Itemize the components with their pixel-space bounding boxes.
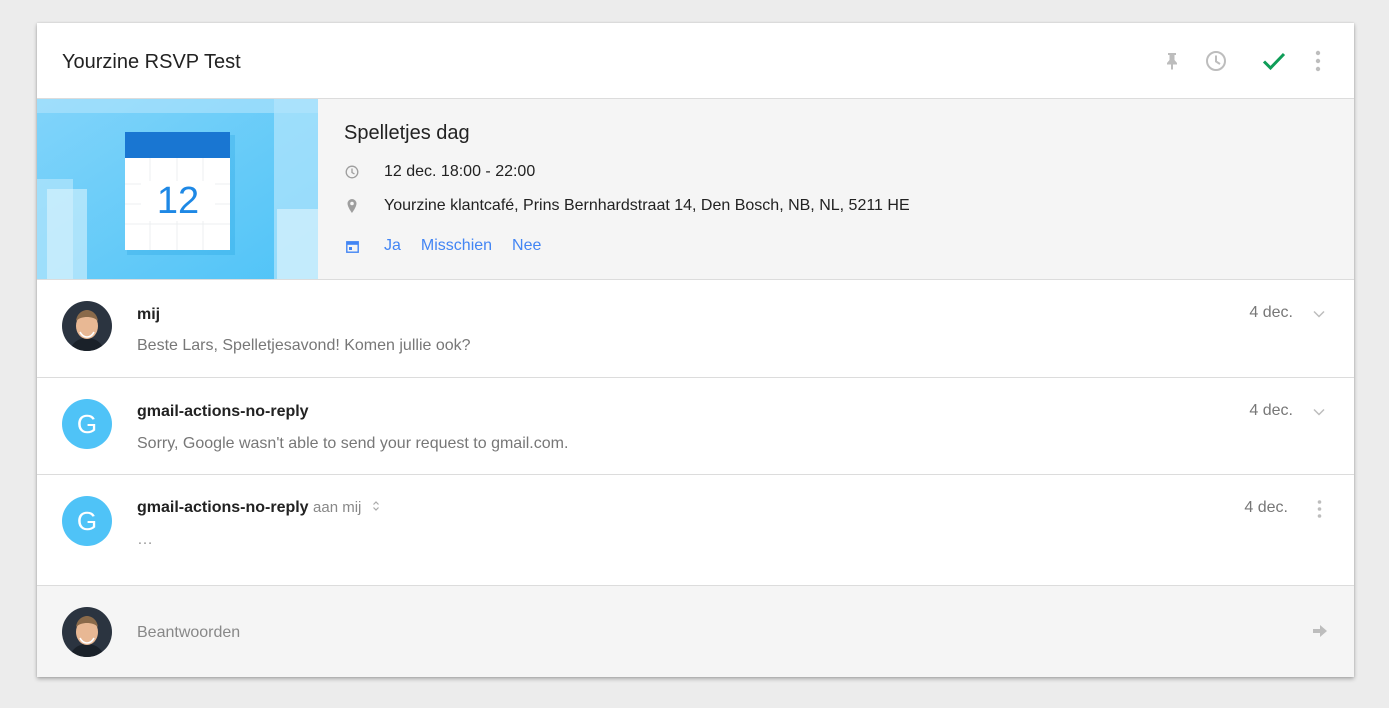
message-item[interactable]: G gmail-actions-no-reply Sorry, Google w… bbox=[37, 378, 1354, 475]
clock-icon bbox=[344, 164, 360, 180]
calendar-illustration: 12 bbox=[37, 99, 318, 279]
reply-bar[interactable]: Beantwoorden bbox=[37, 586, 1354, 677]
send-arrow-icon[interactable] bbox=[1312, 624, 1328, 638]
thread-title: Yourzine RSVP Test bbox=[62, 51, 241, 73]
event-card: 12 Spelletjes dag 12 dec. 18:00 - 22:00 … bbox=[37, 99, 1354, 280]
avatar bbox=[62, 301, 112, 351]
event-time: 12 dec. 18:00 - 22:00 bbox=[384, 163, 536, 180]
reply-input[interactable]: Beantwoorden bbox=[137, 624, 240, 642]
event-location: Yourzine klantcafé, Prins Bernhardstraat… bbox=[384, 197, 910, 214]
message-snippet: Sorry, Google wasn't able to send your r… bbox=[137, 435, 569, 452]
sender-name: mij bbox=[137, 306, 161, 323]
message-date: 4 dec. bbox=[1249, 402, 1293, 419]
recipient-details-icon[interactable] bbox=[372, 499, 380, 517]
more-vert-icon[interactable] bbox=[1312, 499, 1326, 519]
event-location-row: Yourzine klantcafé, Prins Bernhardstraat… bbox=[344, 197, 910, 215]
thread-card: Yourzine RSVP Test 12 Spelletjes dag 12 … bbox=[37, 23, 1354, 677]
recipient-label: aan mij bbox=[313, 499, 362, 517]
avatar: G bbox=[62, 496, 112, 546]
message-item[interactable]: mij Beste Lars, Spelletjesavond! Komen j… bbox=[37, 280, 1354, 378]
chevron-down-icon[interactable] bbox=[1312, 307, 1326, 321]
avatar: G bbox=[62, 399, 112, 449]
thread-header: Yourzine RSVP Test bbox=[37, 23, 1354, 99]
sender-line: gmail-actions-no-reply aan mij bbox=[137, 499, 380, 517]
calendar-icon bbox=[344, 238, 360, 254]
avatar bbox=[62, 607, 112, 657]
check-icon[interactable] bbox=[1262, 49, 1286, 73]
event-time-row: 12 dec. 18:00 - 22:00 bbox=[344, 163, 535, 181]
message-body-ellipsis[interactable]: … bbox=[137, 531, 153, 549]
rsvp-row: Ja Misschien Nee bbox=[344, 237, 561, 255]
pin-icon[interactable] bbox=[1160, 49, 1184, 73]
message-date: 4 dec. bbox=[1244, 499, 1288, 516]
more-vert-icon[interactable] bbox=[1306, 49, 1330, 73]
message-date: 4 dec. bbox=[1249, 304, 1293, 321]
sender-name: gmail-actions-no-reply bbox=[137, 403, 309, 420]
chevron-down-icon[interactable] bbox=[1312, 405, 1326, 419]
rsvp-maybe-link[interactable]: Misschien bbox=[421, 237, 492, 255]
rsvp-yes-link[interactable]: Ja bbox=[384, 237, 401, 255]
location-pin-icon bbox=[344, 198, 360, 214]
message-item-expanded[interactable]: G gmail-actions-no-reply aan mij … 4 dec… bbox=[37, 475, 1354, 586]
calendar-day: 12 bbox=[157, 180, 199, 222]
rsvp-no-link[interactable]: Nee bbox=[512, 237, 541, 255]
sender-name: gmail-actions-no-reply bbox=[137, 499, 309, 517]
event-title: Spelletjes dag bbox=[344, 122, 470, 144]
clock-icon[interactable] bbox=[1204, 49, 1228, 73]
message-snippet: Beste Lars, Spelletjesavond! Komen julli… bbox=[137, 337, 471, 354]
